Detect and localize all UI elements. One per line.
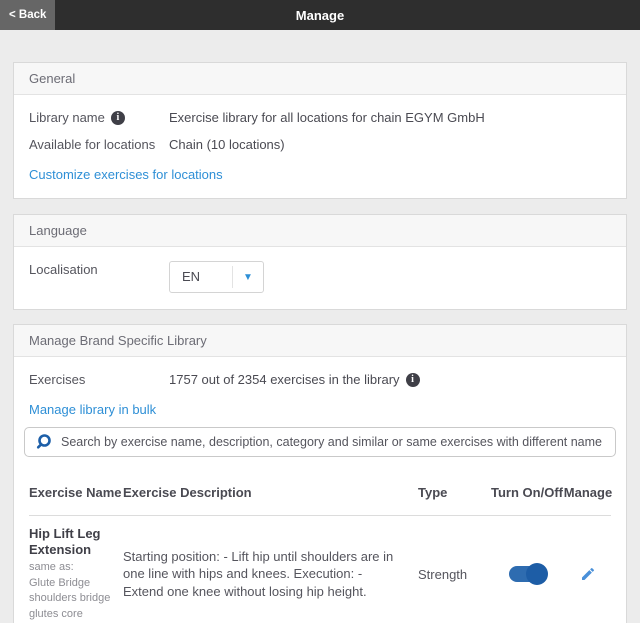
exercises-count-text: 1757 out of 2354 exercises in the librar… — [169, 371, 400, 389]
manage-bulk-link[interactable]: Manage library in bulk — [29, 402, 156, 417]
brand-library-panel-title: Manage Brand Specific Library — [14, 325, 626, 357]
locations-label: Available for locations — [29, 136, 169, 154]
exercise-description-cell: Starting position: - Lift hip until shou… — [123, 526, 411, 622]
exercise-table-header: Exercise Name Exercise Description Type … — [29, 469, 611, 516]
exercise-table: Exercise Name Exercise Description Type … — [14, 469, 626, 623]
library-name-row: Library name i Exercise library for all … — [29, 109, 611, 127]
col-header-turn-on-off: Turn On/Off — [491, 485, 563, 501]
localisation-row: Localisation — [29, 261, 611, 279]
locations-row: Available for locations Chain (10 locati… — [29, 136, 611, 154]
general-panel: General Library name i Exercise library … — [13, 62, 627, 199]
library-name-label: Library name i — [29, 109, 169, 127]
locations-value: Chain (10 locations) — [169, 136, 285, 154]
col-header-exercise-name: Exercise Name — [29, 485, 123, 501]
language-panel-title: Language — [14, 215, 626, 247]
exercises-count-row: Exercises 1757 out of 2354 exercises in … — [29, 371, 611, 389]
turn-on-off-cell — [491, 526, 563, 622]
exercise-name: Hip Lift Leg Extension — [29, 526, 113, 558]
exercise-toggle-on[interactable] — [509, 566, 545, 582]
localisation-dropdown[interactable]: EN ▼ — [169, 261, 264, 293]
library-name-label-text: Library name — [29, 109, 105, 127]
general-panel-title: General — [14, 63, 626, 95]
info-icon[interactable]: i — [111, 111, 125, 125]
exercise-type-cell: Strength — [411, 526, 491, 622]
library-name-value: Exercise library for all locations for c… — [169, 109, 485, 127]
exercise-description: Starting position: - Lift hip until shou… — [123, 548, 397, 601]
col-header-exercise-description: Exercise Description — [123, 485, 411, 501]
info-icon[interactable]: i — [406, 373, 420, 387]
exercise-alias: shoulders bridge — [29, 591, 113, 607]
back-button[interactable]: < Back — [0, 0, 55, 30]
localisation-selected-value: EN — [170, 266, 233, 288]
exercises-label: Exercises — [29, 371, 169, 389]
edit-pencil-icon[interactable] — [580, 566, 596, 582]
col-header-type: Type — [411, 485, 491, 501]
exercise-type: Strength — [418, 567, 467, 582]
toggle-knob — [526, 563, 548, 585]
customize-exercises-link[interactable]: Customize exercises for locations — [29, 167, 223, 182]
exercises-count-value: 1757 out of 2354 exercises in the librar… — [169, 371, 420, 389]
table-row: Hip Lift Leg Extension same as: Glute Br… — [29, 516, 611, 623]
language-panel: Language Localisation EN ▼ — [13, 214, 627, 310]
exercise-alias: glutes core — [29, 607, 113, 623]
localisation-label: Localisation — [29, 261, 169, 279]
col-header-manage: Manage — [563, 485, 613, 501]
search-icon — [35, 433, 53, 451]
top-bar: < Back Manage — [0, 0, 640, 30]
page-title: Manage — [296, 8, 344, 23]
manage-cell — [563, 526, 613, 622]
chevron-down-icon: ▼ — [233, 272, 263, 283]
exercise-search-box — [24, 427, 616, 457]
exercise-alias: Glute Bridge — [29, 576, 113, 592]
exercise-name-cell: Hip Lift Leg Extension same as: Glute Br… — [29, 526, 123, 622]
search-input[interactable] — [61, 435, 605, 449]
brand-library-panel: Manage Brand Specific Library Exercises … — [13, 324, 627, 623]
same-as-label: same as: — [29, 560, 113, 576]
